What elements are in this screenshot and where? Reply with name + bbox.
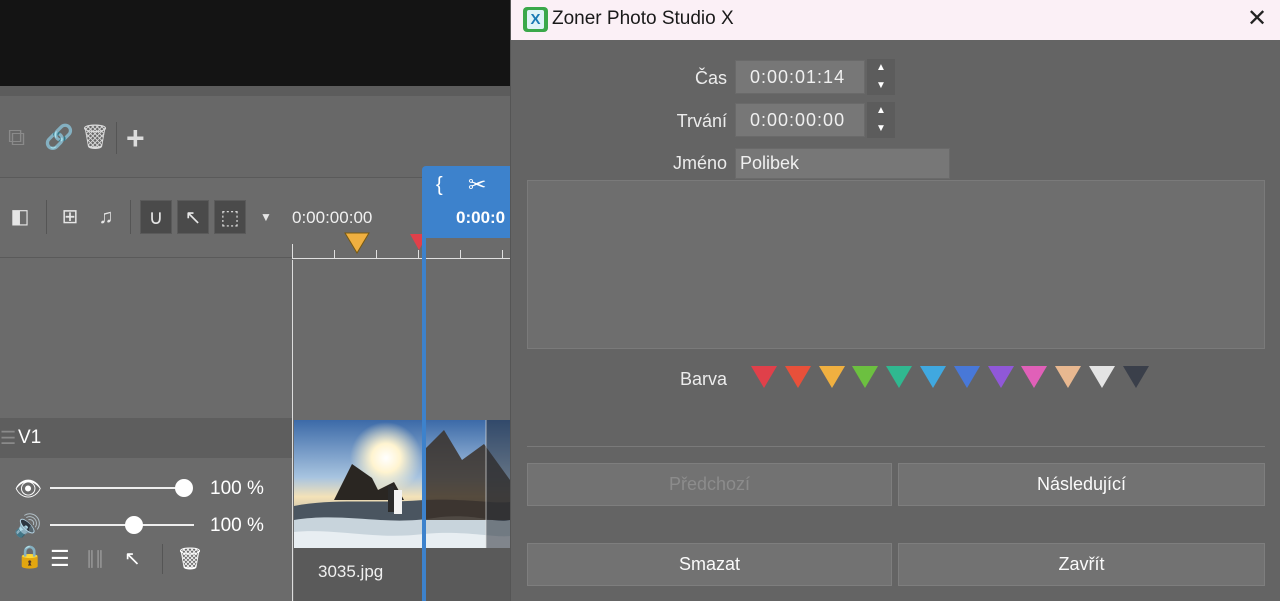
audio-volume-slider[interactable]: 🔊 100 % [14, 513, 284, 538]
color-label: Barva [679, 369, 727, 389]
next-button[interactable]: Následující [898, 463, 1265, 506]
slider-knob[interactable] [175, 479, 193, 497]
hide-track-icon[interactable]: ☰ [50, 546, 70, 572]
eye-icon: 👁 [14, 476, 42, 501]
color-swatch[interactable] [751, 366, 777, 388]
toolbar-divider [46, 200, 47, 234]
playhead-time: 0:00:0 [456, 208, 506, 227]
add-audio-track-icon[interactable]: ♫ [90, 200, 122, 234]
note-textarea[interactable] [527, 180, 1265, 349]
name-field[interactable]: Polibek [735, 148, 950, 179]
marker-yellow[interactable] [344, 232, 370, 254]
panel-separator [0, 86, 510, 96]
keyframe-icon[interactable]: ↖ [124, 546, 141, 571]
duration-label: Trvání [676, 111, 727, 131]
ruler-tick [418, 250, 419, 258]
video-clip[interactable]: 3035.jpg [294, 420, 510, 601]
color-swatch[interactable] [852, 366, 879, 388]
dialog-title: Zoner Photo Studio X [552, 8, 734, 29]
chevron-down-icon[interactable]: ▼ [256, 200, 276, 234]
spin-up-icon[interactable]: ▲ [867, 59, 895, 77]
delete-button[interactable]: Smazat [527, 543, 892, 586]
magnet-snap-icon[interactable]: ∪ [140, 200, 172, 234]
speaker-icon: 🔊 [14, 513, 42, 538]
waveform-icon[interactable]: ∥∥ [86, 548, 104, 569]
color-swatch[interactable] [953, 366, 980, 388]
color-swatch[interactable] [1021, 366, 1048, 388]
app-logo-icon [523, 7, 548, 32]
clip-thumbnail [294, 420, 510, 548]
color-swatch[interactable] [784, 366, 811, 388]
previous-button[interactable]: Předchozí [527, 463, 892, 506]
color-swatch[interactable] [987, 366, 1014, 388]
ruler-tick [376, 250, 377, 258]
color-swatch[interactable] [1055, 366, 1082, 388]
playhead-line[interactable] [422, 238, 426, 601]
ruler-start-time: 0:00:00:00 [292, 208, 373, 227]
name-label: Jméno [672, 153, 727, 173]
lock-icon[interactable]: 🔒 [16, 544, 43, 570]
drag-handle-icon[interactable]: ☰ [0, 428, 16, 449]
copy-icon[interactable]: ⧉ [8, 126, 25, 150]
color-swatch[interactable] [920, 366, 946, 388]
color-swatch[interactable] [1089, 366, 1115, 388]
dialog-divider [527, 446, 1265, 447]
track-header[interactable]: ☰ V1 [0, 418, 292, 458]
add-video-track-icon[interactable]: ⊞ [54, 200, 86, 234]
ruler-tick [292, 244, 293, 258]
slider-track[interactable] [50, 524, 194, 526]
volume-value: 100 % [210, 515, 264, 536]
ruler-line [292, 244, 510, 259]
ruler-tick [334, 250, 335, 258]
delete-track-icon[interactable]: 🗑 [176, 546, 204, 572]
track-name: V1 [18, 427, 42, 448]
time-label: Čas [694, 68, 727, 88]
opacity-value: 100 % [210, 478, 264, 499]
playhead-handle[interactable]: { ✂ 0:00:0 [422, 166, 510, 238]
spin-down-icon[interactable]: ▼ [867, 77, 895, 95]
toolbar-divider [162, 544, 163, 574]
color-swatch[interactable] [1122, 366, 1149, 388]
slider-track[interactable] [50, 487, 184, 489]
dialog-titlebar[interactable]: Zoner Photo Studio X ✕ [511, 0, 1280, 40]
video-opacity-slider[interactable]: 👁 100 % [14, 476, 284, 501]
select-cursor-icon[interactable]: ↖ [177, 200, 209, 234]
color-swatch[interactable] [886, 366, 913, 388]
duration-spinner[interactable]: ▲ ▼ [867, 102, 895, 138]
spin-up-icon[interactable]: ▲ [867, 102, 895, 120]
time-spinner[interactable]: ▲ ▼ [867, 59, 895, 95]
trash-icon[interactable]: 🗑 [80, 126, 110, 150]
panel-toggle-icon[interactable]: ◧ [4, 200, 36, 234]
slider-knob[interactable] [124, 516, 143, 534]
close-button[interactable]: Zavřít [898, 543, 1265, 586]
ripple-edit-icon[interactable]: ⬚ [214, 200, 246, 234]
add-icon[interactable]: + [126, 122, 145, 154]
spin-down-icon[interactable]: ▼ [867, 120, 895, 138]
timeline-toolbar: ◧ ⊞ ♫ ∪ ↖ ⬚ ▼ [0, 178, 292, 258]
link-icon[interactable]: 🔗 [44, 126, 74, 150]
ruler-tick [460, 250, 461, 258]
preview-area [0, 0, 510, 86]
clip-filename: 3035.jpg [318, 562, 384, 581]
video-editor-background: ⧉ 🔗 🗑 + ◧ ⊞ ♫ ∪ ↖ ⬚ ▼ ☰ V1 👁 100 % 🔊 100… [0, 0, 510, 601]
scissors-icon[interactable]: ✂ [468, 172, 486, 198]
toolbar-divider [130, 200, 131, 234]
close-icon[interactable]: ✕ [1239, 2, 1275, 36]
time-field[interactable]: 0:00:01:14 [735, 60, 865, 94]
marker-dialog: Zoner Photo Studio X ✕ Čas 0:00:01:14 ▲ … [510, 0, 1280, 601]
duration-field[interactable]: 0:00:00:00 [735, 103, 865, 137]
color-swatch[interactable] [818, 366, 845, 388]
track-controls: 👁 100 % 🔊 100 % 🔒 ☰ ∥∥ ↖ 🗑 [0, 458, 292, 601]
toolbar-divider [116, 122, 117, 154]
ruler-tick [502, 250, 503, 258]
brace-icon[interactable]: { [436, 174, 443, 197]
